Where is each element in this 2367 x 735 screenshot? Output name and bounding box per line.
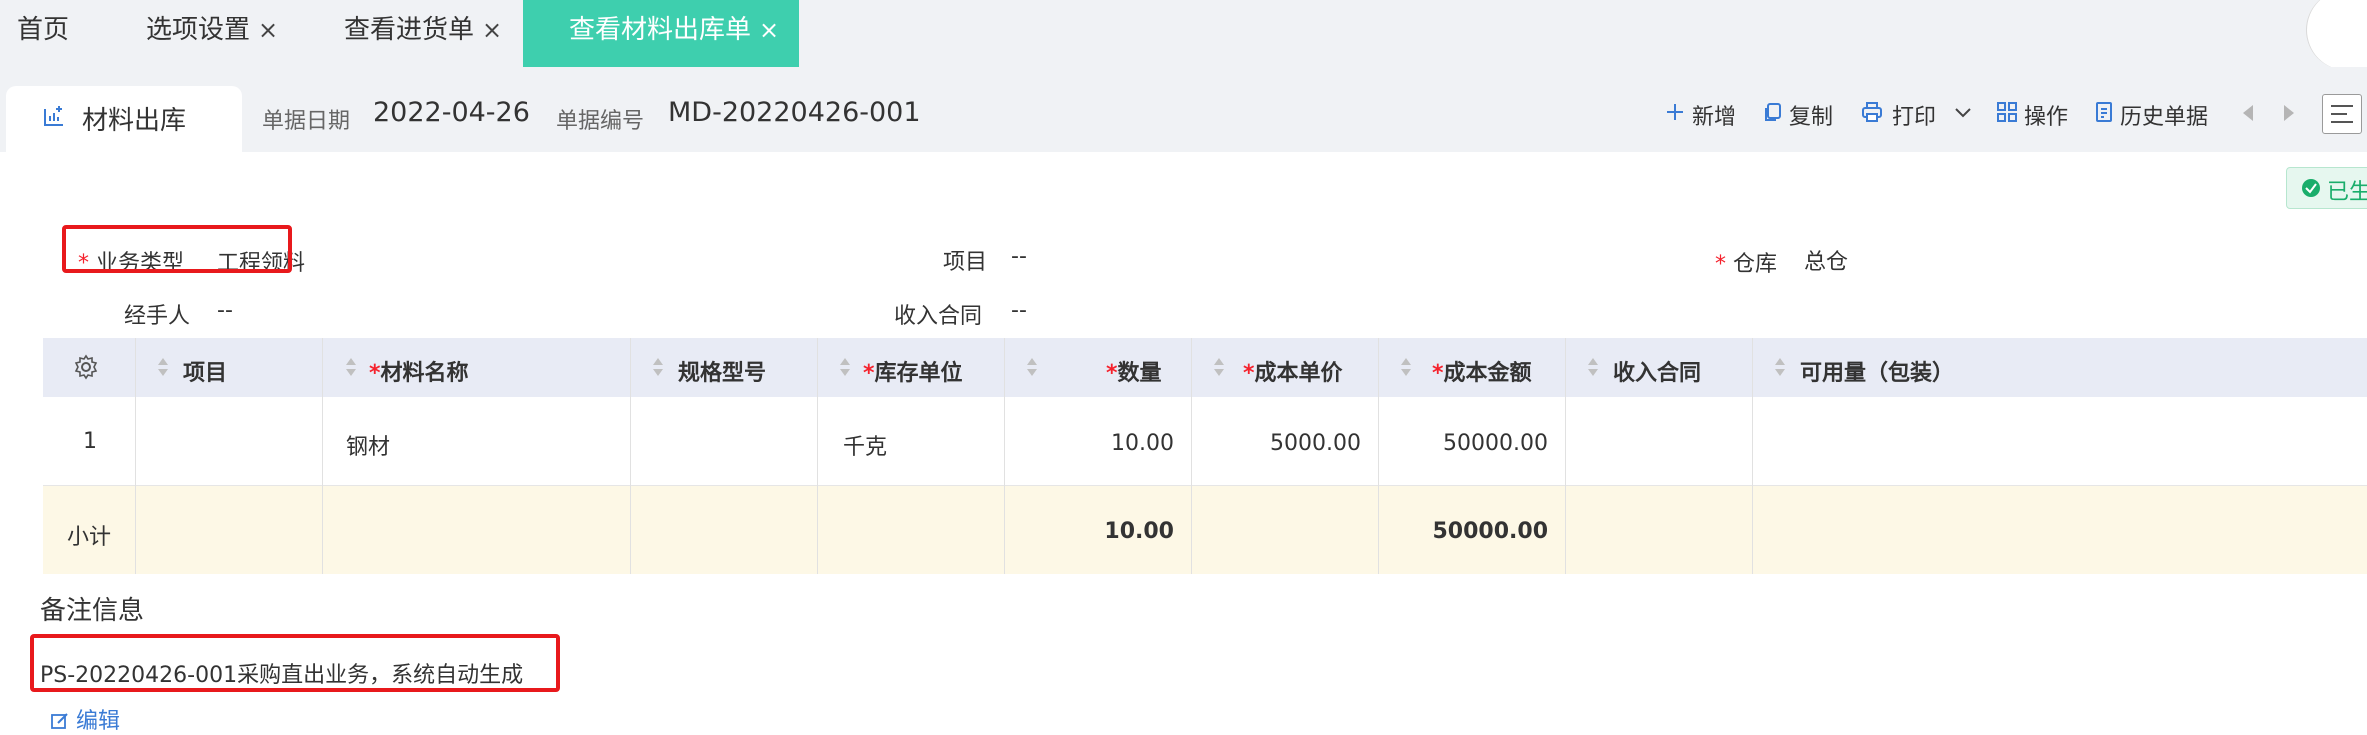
subtotal-qty: 10.00 bbox=[1104, 519, 1174, 544]
sort-icon[interactable] bbox=[1587, 356, 1599, 378]
col-header-contract[interactable]: 收入合同 bbox=[1613, 355, 1701, 387]
col-header-spec[interactable]: 规格型号 bbox=[678, 355, 766, 387]
cell-material[interactable]: 钢材 bbox=[346, 429, 390, 461]
warehouse-value[interactable]: 总仓 bbox=[1804, 244, 1848, 276]
tab-label: 选项设置 bbox=[146, 15, 251, 45]
required-mark: * bbox=[1106, 361, 1118, 386]
col-header-material[interactable]: *材料名称 bbox=[369, 355, 469, 387]
col-header-unit-cost-text: 成本单价 bbox=[1254, 361, 1343, 386]
close-icon[interactable]: × bbox=[258, 16, 278, 44]
col-header-unit-cost[interactable]: *成本单价 bbox=[1243, 355, 1343, 387]
sort-icon[interactable] bbox=[652, 356, 664, 378]
printer-icon[interactable] bbox=[1861, 101, 1883, 123]
edit-remarks-link[interactable]: 编辑 bbox=[50, 703, 120, 735]
handler-label: 经手人 bbox=[124, 304, 191, 329]
cell-unit-cost[interactable]: 5000.00 bbox=[1191, 431, 1361, 456]
sort-icon[interactable] bbox=[1774, 356, 1786, 378]
copy-button[interactable]: 复制 bbox=[1789, 99, 1833, 131]
status-text: 已生 bbox=[2327, 180, 2367, 205]
cell-amount[interactable]: 50000.00 bbox=[1378, 431, 1548, 456]
tab-material-outbound[interactable]: 查看材料出库单 × bbox=[523, 0, 800, 67]
cell-unit[interactable]: 千克 bbox=[843, 429, 887, 461]
tab-label: 查看材料出库单 bbox=[569, 15, 752, 45]
document-icon[interactable] bbox=[2093, 101, 2115, 123]
chart-icon bbox=[44, 106, 63, 126]
sort-icon[interactable] bbox=[157, 356, 169, 378]
operate-button[interactable]: 操作 bbox=[2024, 99, 2068, 131]
history-button[interactable]: 历史单据 bbox=[2120, 99, 2208, 131]
edit-label: 编辑 bbox=[76, 709, 121, 734]
copy-icon[interactable] bbox=[1762, 101, 1784, 123]
prev-arrow-icon[interactable] bbox=[2240, 103, 2256, 123]
contract-label: 收入合同 bbox=[894, 304, 983, 329]
required-mark: * bbox=[1243, 361, 1255, 386]
highlight-box-remarks bbox=[30, 634, 560, 692]
top-tab-bar: 首页 选项设置 × 查看进货单 × 查看材料出库单 × bbox=[0, 0, 2367, 70]
warehouse-label-text: 仓库 bbox=[1733, 252, 1778, 277]
tab-purchase-order[interactable]: 查看进货单 × bbox=[344, 0, 502, 67]
required-mark: * bbox=[369, 361, 381, 386]
date-label: 单据日期 bbox=[262, 109, 351, 134]
warehouse-label: * 仓库 bbox=[1715, 246, 1777, 278]
list-icon bbox=[2331, 105, 2353, 123]
tab-label: 首页 bbox=[17, 15, 70, 45]
add-button[interactable]: 新增 bbox=[1692, 99, 1736, 131]
edit-icon bbox=[51, 713, 68, 729]
required-mark: * bbox=[1432, 361, 1444, 386]
tab-options-settings[interactable]: 选项设置 × bbox=[146, 0, 278, 67]
print-button[interactable]: 打印 bbox=[1892, 99, 1936, 131]
subtotal-amount: 50000.00 bbox=[1432, 519, 1548, 544]
tab-label: 查看进货单 bbox=[344, 15, 475, 45]
sort-icon[interactable] bbox=[1026, 356, 1038, 378]
sort-icon[interactable] bbox=[839, 356, 851, 378]
number-value: MD-20220426-001 bbox=[668, 97, 921, 128]
project-value[interactable]: -- bbox=[1011, 244, 1027, 269]
gear-icon[interactable] bbox=[73, 354, 99, 380]
col-header-material-text: 材料名称 bbox=[380, 361, 469, 386]
col-header-amount[interactable]: *成本金额 bbox=[1432, 355, 1532, 387]
sort-icon[interactable] bbox=[1400, 356, 1412, 378]
date-value: 2022-04-26 bbox=[373, 97, 530, 128]
required-mark: * bbox=[1715, 252, 1726, 277]
plus-icon[interactable] bbox=[1664, 101, 1686, 123]
col-header-qty-text: 数量 bbox=[1117, 361, 1162, 386]
chevron-down-icon[interactable] bbox=[1952, 101, 1974, 123]
remarks-title: 备注信息 bbox=[40, 596, 145, 626]
number-label: 单据编号 bbox=[556, 109, 645, 134]
highlight-box-biz-type bbox=[62, 225, 292, 273]
sort-icon[interactable] bbox=[345, 356, 357, 378]
cell-qty[interactable]: 10.00 bbox=[1004, 431, 1174, 456]
col-header-qty[interactable]: *数量 bbox=[1106, 355, 1162, 387]
col-header-available[interactable]: 可用量（包装） bbox=[1800, 355, 1954, 387]
close-icon[interactable]: × bbox=[759, 16, 779, 44]
col-header-amount-text: 成本金额 bbox=[1443, 361, 1532, 386]
check-circle-icon bbox=[2302, 179, 2320, 197]
col-header-project[interactable]: 项目 bbox=[183, 355, 227, 387]
required-mark: * bbox=[863, 361, 875, 386]
col-header-unit[interactable]: *库存单位 bbox=[863, 355, 963, 387]
handler-value[interactable]: -- bbox=[217, 298, 233, 323]
next-arrow-icon[interactable] bbox=[2281, 103, 2297, 123]
project-label: 项目 bbox=[943, 250, 988, 275]
doc-tab-label: 材料出库 bbox=[82, 106, 187, 136]
sort-icon[interactable] bbox=[1213, 356, 1225, 378]
status-badge: 已生 bbox=[2286, 167, 2367, 209]
tab-home[interactable]: 首页 bbox=[17, 0, 69, 67]
col-header-unit-text: 库存单位 bbox=[874, 361, 963, 386]
contract-value[interactable]: -- bbox=[1011, 298, 1027, 323]
menu-button[interactable] bbox=[2322, 94, 2362, 134]
grid-icon[interactable] bbox=[1996, 101, 2018, 123]
close-icon[interactable]: × bbox=[482, 16, 502, 44]
subtotal-row bbox=[43, 486, 2367, 574]
window-edge bbox=[2306, 0, 2367, 70]
row-index: 1 bbox=[83, 429, 97, 454]
subtotal-label: 小计 bbox=[67, 525, 112, 550]
